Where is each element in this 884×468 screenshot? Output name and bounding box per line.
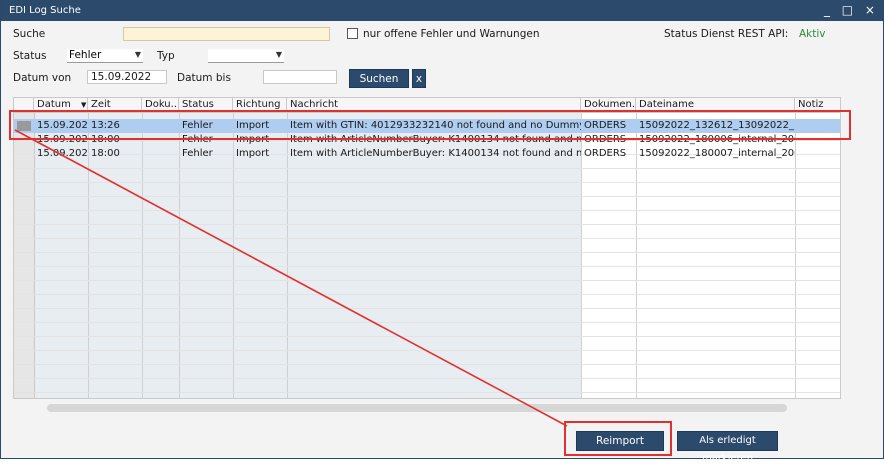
chevron-down-icon: ▼ bbox=[275, 50, 282, 59]
chevron-down-icon: ▼ bbox=[134, 50, 141, 59]
rest-status-value: Aktiv bbox=[799, 28, 826, 40]
title-bar: EDI Log Suche _ □ × bbox=[1, 0, 884, 21]
search-input[interactable] bbox=[123, 27, 330, 41]
status-select[interactable]: Fehler ▼ bbox=[67, 49, 143, 63]
sort-desc-icon: ▼ bbox=[81, 101, 87, 109]
search-label: Suche bbox=[13, 28, 46, 40]
highlight-row-box bbox=[9, 110, 851, 140]
only-open-label: nur offene Fehler und Warnungen bbox=[363, 28, 540, 40]
rest-status-label: Status Dienst REST API: bbox=[664, 28, 789, 40]
window-controls[interactable]: _ □ × bbox=[824, 0, 879, 21]
date-from-label: Datum von bbox=[13, 72, 72, 84]
date-to-input[interactable] bbox=[263, 70, 337, 84]
date-from-input[interactable]: 15.09.2022 bbox=[87, 70, 167, 84]
search-button[interactable]: Suchen bbox=[349, 69, 409, 88]
status-select-value: Fehler bbox=[69, 49, 102, 61]
only-open-checkbox[interactable] bbox=[347, 28, 358, 39]
window-title: EDI Log Suche bbox=[9, 5, 81, 16]
edi-log-search-window: EDI Log Suche _ □ × Suche nur offene Feh… bbox=[0, 0, 884, 464]
mark-done-button[interactable]: Als erledigt markieren bbox=[677, 431, 778, 464]
highlight-reimport-box bbox=[564, 421, 672, 456]
clear-button[interactable]: x bbox=[412, 69, 426, 88]
table-row[interactable]: 15.09.2022 18:00 Fehler Import Item with… bbox=[14, 147, 840, 161]
type-label: Typ bbox=[157, 50, 175, 62]
type-select[interactable]: ▼ bbox=[208, 49, 284, 63]
log-table: Datum ▼ Zeit Doku... Status Richtung Nac… bbox=[13, 97, 841, 399]
date-to-label: Datum bis bbox=[177, 72, 231, 84]
horizontal-scrollbar[interactable] bbox=[47, 404, 787, 412]
status-label: Status bbox=[13, 50, 47, 62]
